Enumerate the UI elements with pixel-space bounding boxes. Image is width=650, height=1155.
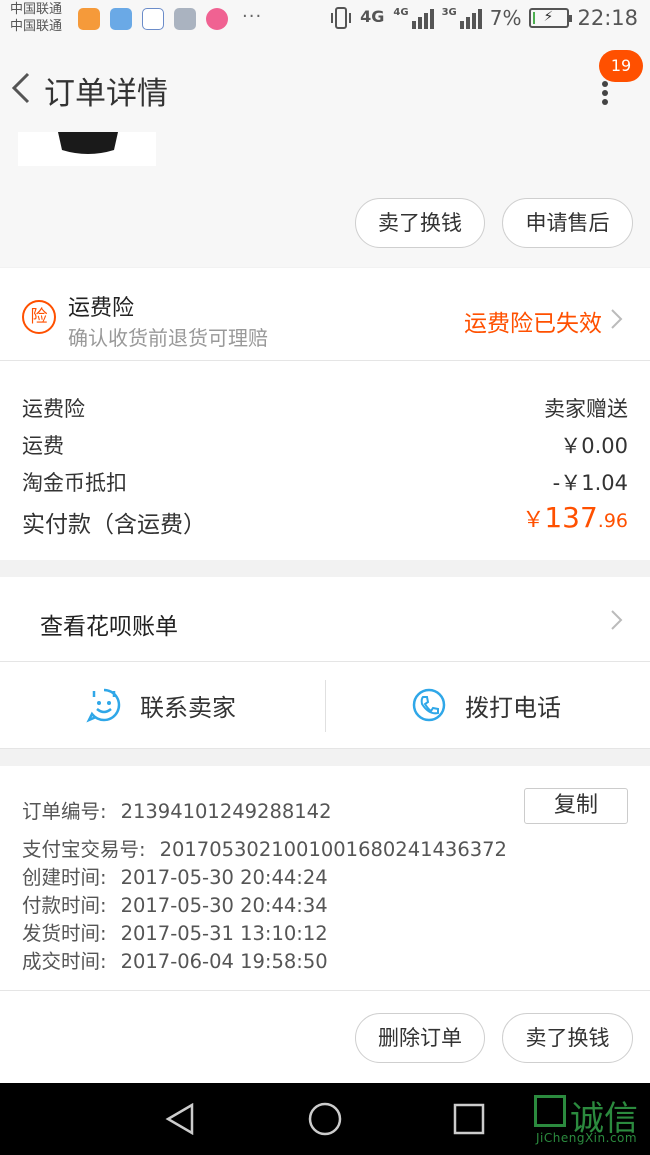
insurance-status: 运费险已失效 (464, 311, 602, 337)
created-time-label: 创建时间: (22, 866, 107, 889)
status-bar: 中国联通 中国联通 ··· 4G 4G 3G 7% ⚡ 22:18 (0, 0, 650, 40)
product-section: 卖了换钱 申请售后 (0, 132, 650, 267)
health-icon (110, 8, 132, 30)
uc-browser-icon (78, 8, 100, 30)
chevron-right-icon (611, 610, 623, 630)
paid-currency: ￥ (522, 508, 545, 533)
done-time-label: 成交时间: (22, 950, 107, 973)
fee-row-taojinbi: 淘金币抵扣 -￥1.04 (22, 467, 628, 497)
battery-icon: ⚡ (529, 8, 573, 28)
vibrate-icon (331, 7, 352, 29)
chat-smile-icon (86, 688, 121, 723)
divider (0, 748, 650, 749)
title-bar: 订单详情 19 (0, 40, 650, 132)
order-info: 订单编号: 21394101249288142 复制 支付宝交易号: 2017053… (0, 766, 650, 990)
insurance-title: 运费险 (68, 296, 135, 321)
fee-summary: 运费险 卖家赠送 运费 ￥0.00 淘金币抵扣 -￥1.04 实付款（含运费） … (0, 361, 650, 560)
chat-app-icon (206, 8, 228, 30)
contact-seller-button[interactable]: 联系卖家 (86, 662, 236, 748)
fee-value: 卖家赠送 (544, 397, 628, 421)
signal-bars-2-icon: 3G (442, 7, 482, 29)
call-phone-label: 拨打电话 (465, 693, 561, 722)
more-menu-icon[interactable] (595, 80, 615, 106)
fee-label: 运费 (22, 434, 64, 458)
sell-for-cash-button[interactable]: 卖了换钱 (502, 1013, 633, 1063)
product-thumbnail[interactable] (18, 132, 156, 166)
battery-percent: 7% (489, 6, 522, 30)
alipay-number-label: 支付宝交易号: (22, 838, 146, 861)
fee-label: 淘金币抵扣 (22, 471, 127, 495)
sell-for-cash-button[interactable]: 卖了换钱 (355, 198, 485, 248)
notification-icons (78, 8, 228, 30)
paid-amount: ￥137.96 (522, 501, 628, 534)
watermark-logo: 诚信 JiChengXin.com (530, 1089, 648, 1149)
bottom-actions: 删除订单 卖了换钱 (0, 991, 650, 1083)
shirt-image-icon (58, 132, 118, 154)
shipped-time-label: 发货时间: (22, 922, 107, 945)
apply-after-sale-button[interactable]: 申请售后 (502, 198, 633, 248)
shipped-time-value: 2017-05-31 13:10:12 (120, 922, 328, 945)
huabei-bill-row[interactable]: 查看花呗账单 (0, 577, 650, 661)
signal-bars-1-icon: 4G (393, 7, 434, 29)
alipay-number-value: 2017053021001001680241436372 (159, 838, 507, 861)
done-time-value: 2017-06-04 19:58:50 (120, 950, 328, 973)
alipay-number-line: 支付宝交易号: 2017053021001001680241436372 (22, 833, 507, 861)
paid-integer: 137 (544, 501, 598, 534)
nav-home-icon[interactable] (307, 1101, 343, 1137)
page-title: 订单详情 (44, 76, 168, 112)
app-diamond-icon (142, 8, 164, 30)
order-number-value: 21394101249288142 (120, 800, 332, 823)
insurance-subtitle: 确认收货前退货可理赔 (68, 326, 268, 350)
fee-label: 运费险 (22, 397, 85, 421)
charging-bolt-icon: ⚡ (543, 9, 554, 25)
battery-fill (533, 12, 536, 24)
order-number-label: 订单编号: (22, 800, 107, 823)
call-phone-button[interactable]: 拨打电话 (411, 662, 561, 748)
signal-4g-icon: 4G (360, 7, 385, 26)
copy-button[interactable]: 复制 (524, 788, 628, 824)
fee-row-insurance: 运费险 卖家赠送 (22, 393, 628, 423)
fee-row-shipping: 运费 ￥0.00 (22, 430, 628, 460)
paid-label: 实付款（含运费） (22, 512, 206, 538)
paid-time-line: 付款时间: 2017-05-30 20:44:34 (22, 889, 328, 917)
system-navigation-bar: 诚信 JiChengXin.com (0, 1083, 650, 1155)
insurance-icon: 险 (22, 300, 56, 334)
gallery-icon (174, 8, 196, 30)
carrier-2: 中国联通 (10, 19, 63, 34)
delete-order-button[interactable]: 删除订单 (355, 1013, 485, 1063)
created-time-value: 2017-05-30 20:44:24 (120, 866, 328, 889)
vertical-divider (325, 680, 326, 732)
paid-time-value: 2017-05-30 20:44:34 (120, 894, 328, 917)
clock: 22:18 (577, 6, 638, 30)
watermark-box (534, 1095, 566, 1127)
phone-icon (412, 688, 446, 722)
huabei-label: 查看花呗账单 (40, 614, 178, 640)
contact-bar: 联系卖家 拨打电话 (0, 662, 650, 748)
carrier-1: 中国联通 (10, 2, 63, 17)
status-indicators: 4G 4G 3G 7% ⚡ 22:18 (330, 6, 638, 30)
paid-decimal: .96 (597, 510, 628, 532)
fee-row-paid: 实付款（含运费） ￥137.96 (22, 501, 628, 541)
nav-back-icon[interactable] (164, 1103, 196, 1135)
nav-recents-icon[interactable] (453, 1103, 485, 1135)
order-number-line: 订单编号: 21394101249288142 (22, 795, 332, 823)
paid-time-label: 付款时间: (22, 894, 107, 917)
fee-value: -￥1.04 (552, 471, 628, 495)
back-arrow-icon[interactable] (10, 70, 38, 106)
shipping-insurance-row[interactable]: 险 运费险 确认收货前退货可理赔 运费险已失效 (0, 268, 650, 360)
contact-seller-label: 联系卖家 (140, 693, 236, 722)
chevron-right-icon (611, 309, 623, 329)
fee-value: ￥0.00 (560, 434, 628, 458)
carrier-labels: 中国联通 中国联通 (10, 1, 62, 35)
done-time-line: 成交时间: 2017-06-04 19:58:50 (22, 945, 328, 973)
message-count-badge: 19 (599, 50, 643, 82)
more-notifications-icon: ··· (242, 6, 263, 27)
watermark-sub: JiChengXin.com (536, 1131, 638, 1145)
created-time-line: 创建时间: 2017-05-30 20:44:24 (22, 861, 328, 889)
shipped-time-line: 发货时间: 2017-05-31 13:10:12 (22, 917, 328, 945)
